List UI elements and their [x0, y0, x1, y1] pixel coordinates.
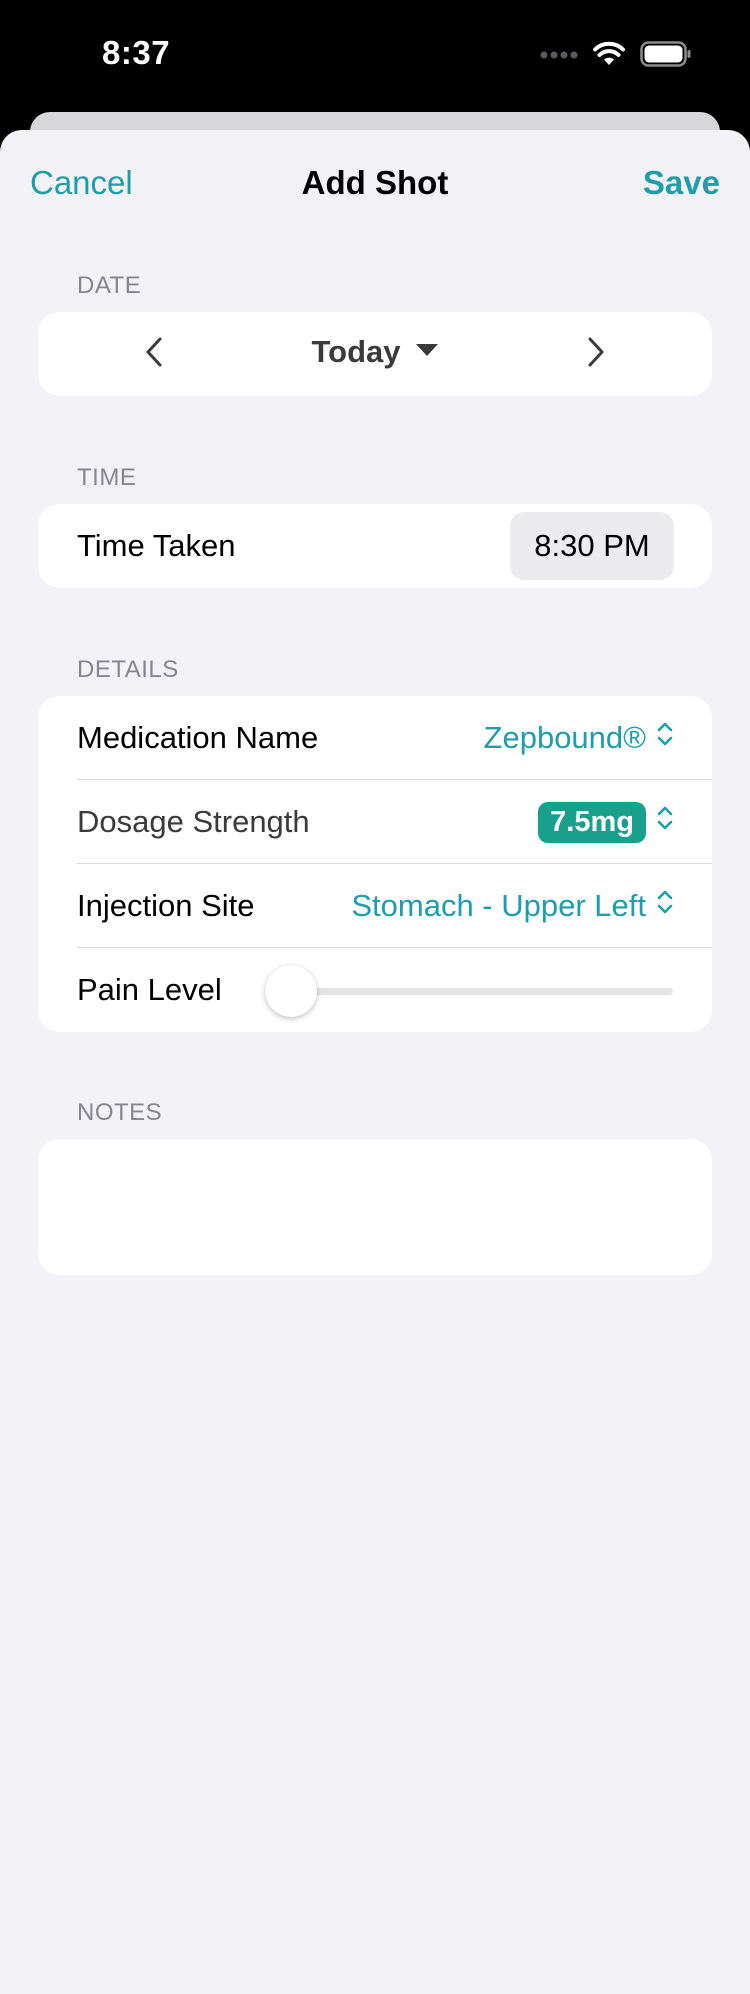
date-card: Today [38, 312, 712, 396]
details-card: Medication Name Zepbound® Dosage Strengt… [38, 696, 712, 1032]
nav-bar: Cancel Add Shot Save [0, 130, 750, 242]
next-day-button[interactable] [576, 334, 616, 374]
time-taken-label: Time Taken [77, 528, 236, 563]
medication-row[interactable]: Medication Name Zepbound® [38, 696, 712, 780]
time-card: Time Taken 8:30 PM [38, 504, 712, 588]
notes-section-header: NOTES [77, 1099, 163, 1126]
chevron-up-down-icon [656, 804, 674, 840]
details-section-header: DETAILS [77, 656, 179, 683]
injection-site-label: Injection Site [77, 888, 255, 923]
caret-down-icon [415, 343, 439, 362]
medication-value: Zepbound® [483, 720, 646, 755]
signal-dots-icon [540, 47, 578, 65]
pain-level-slider-track[interactable] [293, 988, 673, 995]
date-section-header: DATE [77, 272, 142, 299]
injection-site-picker[interactable]: Stomach - Upper Left [351, 882, 674, 930]
date-label: Today [311, 334, 401, 369]
notes-input[interactable] [68, 1159, 682, 1255]
pain-level-slider-thumb[interactable] [265, 965, 317, 1017]
dosage-picker[interactable]: 7.5mg [538, 798, 674, 846]
time-picker-button[interactable]: 8:30 PM [510, 512, 674, 580]
dosage-label: Dosage Strength [77, 804, 310, 839]
wifi-icon [592, 41, 626, 72]
injection-site-value: Stomach - Upper Left [351, 888, 646, 923]
injection-site-row[interactable]: Injection Site Stomach - Upper Left [38, 864, 712, 948]
dosage-row[interactable]: Dosage Strength 7.5mg [38, 780, 712, 864]
medication-label: Medication Name [77, 720, 319, 755]
time-section-header: TIME [77, 464, 137, 491]
chevron-up-down-icon [656, 888, 674, 924]
page-title: Add Shot [301, 164, 449, 201]
status-time: 8:37 [102, 34, 171, 71]
dosage-badge: 7.5mg [538, 801, 646, 843]
save-button[interactable]: Save [643, 164, 720, 202]
battery-icon [640, 40, 692, 72]
chevron-up-down-icon [656, 720, 674, 756]
notes-card [38, 1139, 712, 1275]
chevron-right-icon [586, 336, 606, 373]
status-icons [540, 40, 692, 72]
status-bar: 8:37 [0, 0, 750, 112]
pain-level-label: Pain Level [77, 972, 222, 1007]
pain-level-row: Pain Level [38, 948, 712, 1032]
medication-picker[interactable]: Zepbound® [484, 714, 674, 762]
add-shot-sheet: Cancel Add Shot Save DATE Today TIME Tim… [0, 130, 750, 1994]
